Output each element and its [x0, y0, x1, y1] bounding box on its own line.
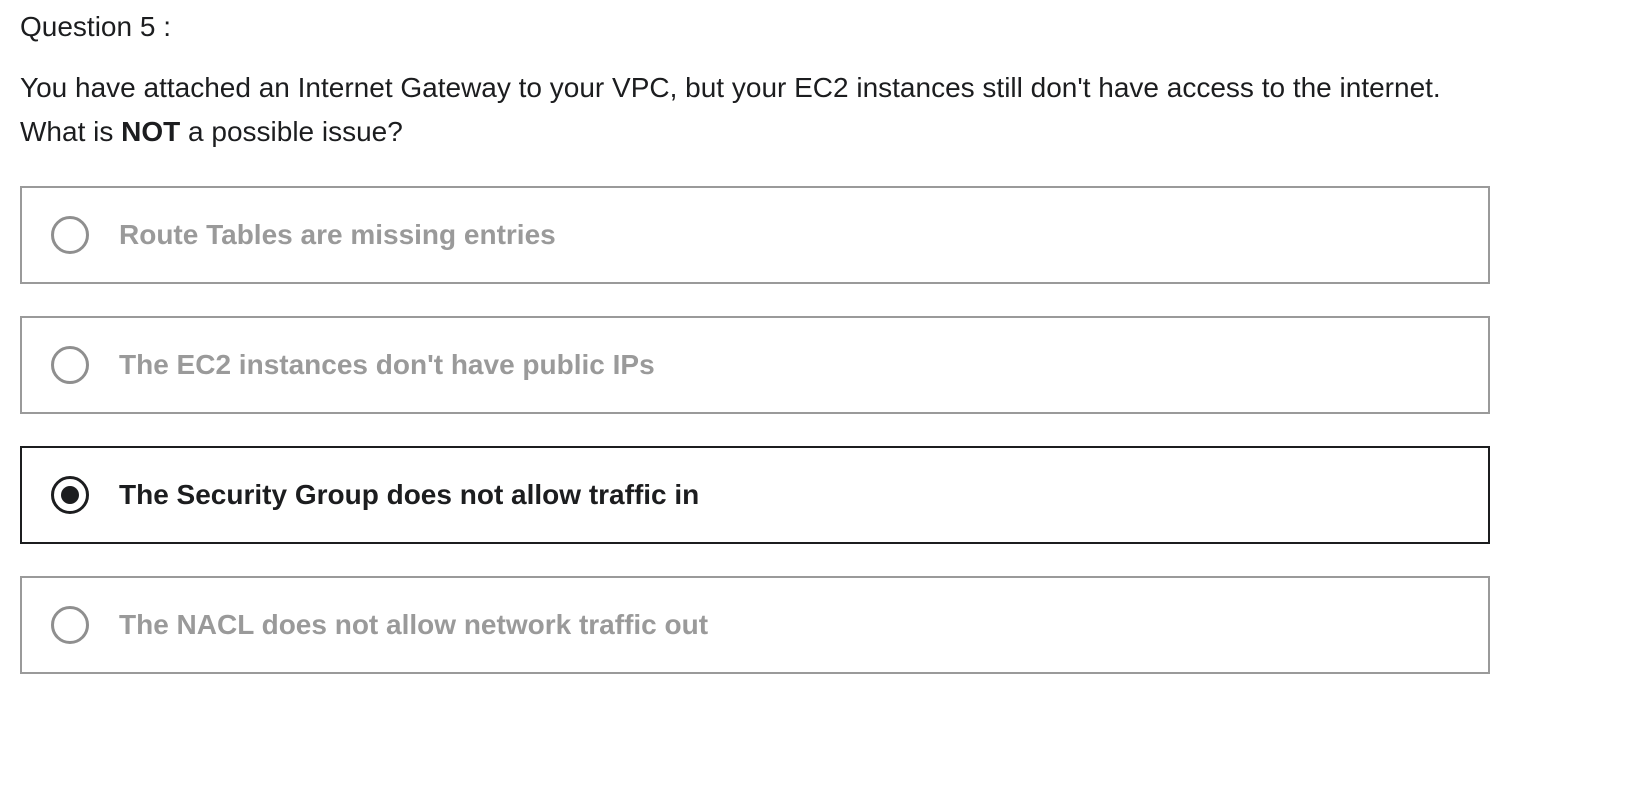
radio-unselected-icon[interactable]	[51, 606, 89, 644]
question-text-after: a possible issue?	[180, 116, 403, 147]
answer-option-label: Route Tables are missing entries	[119, 219, 556, 250]
answer-option[interactable]: The NACL does not allow network traffic …	[20, 576, 1490, 674]
radio-unselected-icon[interactable]	[51, 346, 89, 384]
answer-option-label: The Security Group does not allow traffi…	[119, 479, 700, 510]
answer-option[interactable]: Route Tables are missing entries	[20, 186, 1490, 284]
radio-selected-icon[interactable]	[51, 476, 89, 514]
question-number: Question 5 :	[20, 11, 171, 42]
question-text: You have attached an Internet Gateway to…	[20, 66, 1480, 154]
radio-unselected-icon[interactable]	[51, 216, 89, 254]
answer-option[interactable]: The EC2 instances don't have public IPs	[20, 316, 1490, 414]
answer-option[interactable]: The Security Group does not allow traffi…	[20, 446, 1490, 544]
answer-option-label: The NACL does not allow network traffic …	[119, 609, 709, 640]
question-text-emphasis: NOT	[121, 116, 181, 147]
answer-options: Route Tables are missing entries The EC2…	[20, 186, 1490, 674]
answer-option-label: The EC2 instances don't have public IPs	[119, 349, 655, 380]
quiz-page: Question 5 : You have attached an Intern…	[20, 0, 1490, 706]
